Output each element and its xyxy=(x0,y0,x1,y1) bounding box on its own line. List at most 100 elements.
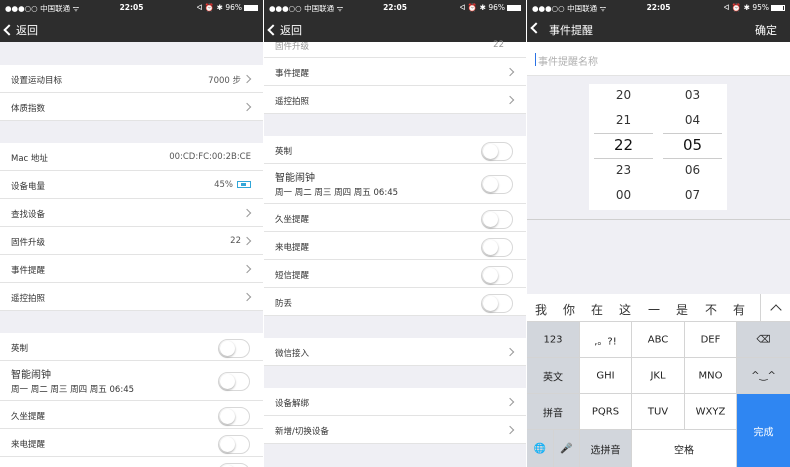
back-button[interactable] xyxy=(530,22,543,35)
row-sedentary: 久坐提醒 xyxy=(264,204,526,232)
key-ghi[interactable]: GHI xyxy=(580,358,632,394)
row-event-reminder[interactable]: 事件提醒 xyxy=(0,255,263,283)
row-label: 久坐提醒 xyxy=(11,412,46,422)
key-label: PQRS xyxy=(591,406,620,417)
key-label: 选拼音 xyxy=(590,445,621,456)
candidate-word[interactable]: 你 xyxy=(563,301,575,318)
key-mno[interactable]: MNO xyxy=(685,358,737,394)
row-label: 事件提醒 xyxy=(275,69,310,79)
row-wechat[interactable]: 微信接入 xyxy=(264,338,526,366)
row-event-reminder[interactable]: 事件提醒 xyxy=(264,58,526,86)
settings-panel-1: ●●●○○ 中国联通 ᯤ 22:05 ᐊ ⏰ ✱ 96% 返回 设置运动目标 7… xyxy=(0,0,263,467)
row-label: 英制 xyxy=(275,147,293,157)
back-button[interactable]: 返回 xyxy=(267,22,302,38)
done-button[interactable]: 完成 xyxy=(737,394,790,467)
chevron-right-icon xyxy=(505,95,515,105)
candidate-word[interactable]: 在 xyxy=(591,301,603,318)
text-cursor xyxy=(535,53,536,66)
sedentary-toggle[interactable] xyxy=(218,407,250,426)
sedentary-toggle[interactable] xyxy=(481,210,513,229)
key-abc[interactable]: ABC xyxy=(632,322,685,358)
globe-key[interactable]: 🌐 xyxy=(527,430,554,467)
row-mac-address: Mac 地址 00:CD:FC:00:2B:CE xyxy=(0,143,263,171)
status-bar: ●●●○○ 中国联通 ᯤ 22:05 ᐊ ⏰ ✱ 96% xyxy=(264,0,526,16)
row-body-index[interactable]: 体质指数 xyxy=(0,93,263,121)
imperial-toggle[interactable] xyxy=(481,142,513,161)
row-label: 防丢 xyxy=(275,299,293,309)
row-label: 设备电量 xyxy=(11,182,46,192)
row-value: 7000 步 xyxy=(208,76,241,86)
chevron-left-icon xyxy=(530,22,542,34)
ime-keyboard: 我 你 在 这 一 是 不 有 123 ,。?! ABC DEF ⌫ 英文 GH… xyxy=(527,294,790,467)
anti-lost-toggle[interactable] xyxy=(481,294,513,313)
key-label: 英文 xyxy=(543,372,563,383)
row-imperial: 英制 xyxy=(0,333,263,361)
microphone-icon: 🎤 xyxy=(560,443,573,454)
key-label: 拼音 xyxy=(543,408,563,419)
back-button[interactable]: 返回 xyxy=(3,22,38,38)
candidate-word[interactable]: 有 xyxy=(733,301,745,318)
chevron-left-icon xyxy=(267,24,279,36)
status-indicators: ᐊ ⏰ ✱ 96% xyxy=(196,3,242,12)
key-pqrs[interactable]: PQRS xyxy=(580,394,632,430)
row-unbind-device[interactable]: 设备解绑 xyxy=(264,388,526,416)
sms-reminder-toggle[interactable] xyxy=(481,266,513,285)
status-right: ᐊ ⏰ ✱ 96% xyxy=(197,3,258,12)
imperial-toggle[interactable] xyxy=(218,339,250,358)
row-label: 来电提醒 xyxy=(275,243,310,253)
key-wxyz[interactable]: WXYZ xyxy=(685,394,737,430)
row-firmware-upgrade[interactable]: 固件升级 22 xyxy=(0,227,263,255)
space-key[interactable]: 空格 xyxy=(632,430,737,467)
key-label: MNO xyxy=(698,370,723,381)
nav-bar: 返回 xyxy=(0,16,263,42)
key-label: ,。?! xyxy=(594,336,617,347)
battery-fill xyxy=(772,6,784,10)
key-123[interactable]: 123 xyxy=(527,322,580,358)
settings-panel-2: ●●●○○ 中国联通 ᯤ 22:05 ᐊ ⏰ ✱ 96% 返回 固件升级 22 … xyxy=(264,0,526,467)
key-tuv[interactable]: TUV xyxy=(632,394,685,430)
time-picker[interactable]: 20 21 22 23 00 03 04 05 06 07 xyxy=(589,84,727,210)
selection-line xyxy=(663,158,722,159)
row-add-switch-device[interactable]: 新增/切换设备 xyxy=(264,416,526,444)
candidate-word[interactable]: 我 xyxy=(535,301,547,318)
row-label: 设置运动目标 xyxy=(11,76,63,86)
row-sublabel: 周一 周二 周三 周四 周五 06:45 xyxy=(275,188,399,198)
page-title: 事件提醒 xyxy=(549,24,593,37)
key-jkl[interactable]: JKL xyxy=(632,358,685,394)
event-name-field[interactable]: 事件提醒名称 xyxy=(527,42,790,76)
status-indicators: ᐊ ⏰ ✱ 96% xyxy=(459,3,505,12)
backspace-key[interactable]: ⌫ xyxy=(737,322,790,358)
expand-candidates-icon[interactable] xyxy=(760,294,790,322)
key-punctuation[interactable]: ,。?! xyxy=(580,322,632,358)
confirm-button[interactable]: 确定 xyxy=(755,22,777,38)
row-sport-goal[interactable]: 设置运动目标 7000 步 xyxy=(0,65,263,93)
key-pinyin[interactable]: 拼音 xyxy=(527,394,580,430)
candidate-word[interactable]: 这 xyxy=(619,301,631,318)
key-english[interactable]: 英文 xyxy=(527,358,580,394)
select-pinyin-key[interactable]: 选拼音 xyxy=(580,430,632,467)
minute-wheel[interactable]: 03 04 05 06 07 xyxy=(658,84,727,210)
row-smart-alarm: 智能闹钟 周一 周二 周三 周四 周五 06:45 xyxy=(0,361,263,401)
hour-wheel[interactable]: 20 21 22 23 00 xyxy=(589,84,658,210)
partial-toggle[interactable] xyxy=(218,463,250,467)
key-def[interactable]: DEF xyxy=(685,322,737,358)
candidate-word[interactable]: 一 xyxy=(648,301,660,318)
row-remote-photo[interactable]: 遥控拍照 xyxy=(0,283,263,311)
mic-key[interactable]: 🎤 xyxy=(554,430,580,467)
chevron-right-icon xyxy=(242,292,252,302)
call-reminder-toggle[interactable] xyxy=(481,238,513,257)
call-reminder-toggle[interactable] xyxy=(218,435,250,454)
key-label: DEF xyxy=(700,334,721,345)
emoji-key[interactable]: ^‿^ xyxy=(737,358,790,394)
row-imperial: 英制 xyxy=(264,136,526,164)
candidate-word[interactable]: 不 xyxy=(705,301,717,318)
row-firmware-upgrade[interactable]: 固件升级 22 xyxy=(264,40,526,58)
smart-alarm-toggle[interactable] xyxy=(481,175,513,194)
row-partial xyxy=(0,457,263,467)
smart-alarm-toggle[interactable] xyxy=(218,372,250,391)
candidate-word[interactable]: 是 xyxy=(676,301,688,318)
row-remote-photo[interactable]: 遥控拍照 xyxy=(264,86,526,114)
row-find-device[interactable]: 查找设备 xyxy=(0,199,263,227)
hour-option: 21 xyxy=(615,113,632,127)
nav-bar: 事件提醒 确定 xyxy=(527,16,790,42)
